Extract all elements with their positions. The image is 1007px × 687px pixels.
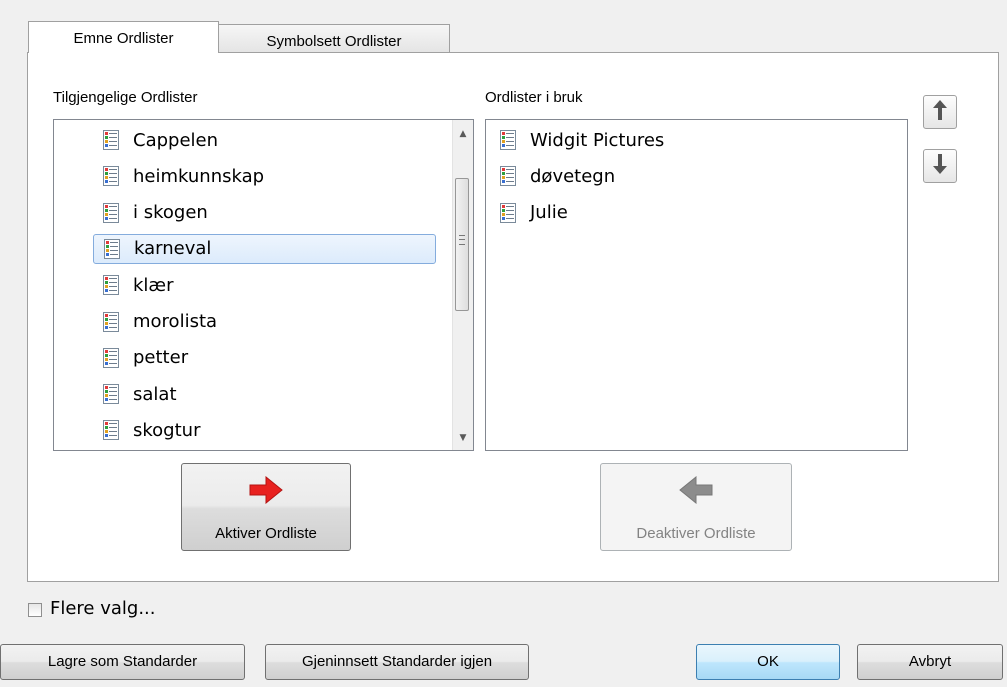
list-item-label: skogtur <box>133 419 201 441</box>
list-icon <box>103 347 119 368</box>
list-icon <box>103 311 119 332</box>
available-lists-listbox[interactable]: Cappelen heimkunnskap i skogen karneval klær… <box>53 119 474 451</box>
list-item-label: karneval <box>134 238 212 260</box>
list-item-label: i skogen <box>133 202 208 224</box>
list-item[interactable]: heimkunnskap <box>93 161 436 191</box>
scroll-up-icon[interactable]: ▲ <box>453 124 473 144</box>
list-item[interactable]: salat <box>93 379 436 409</box>
list-icon <box>103 275 119 296</box>
arrow-down-icon <box>932 154 948 178</box>
scroll-thumb[interactable] <box>455 178 469 311</box>
restore-default-button[interactable]: Gjeninnsett Standarder igjen <box>265 644 529 680</box>
list-item-label: salat <box>133 383 177 405</box>
list-item[interactable]: Widgit Pictures <box>492 125 792 155</box>
list-item[interactable]: i skogen <box>93 198 436 228</box>
arrow-up-icon <box>932 100 948 124</box>
list-icon <box>500 130 516 150</box>
tab-panel: Tilgjengelige Ordlister Ordlister i bruk… <box>27 52 999 582</box>
ok-button[interactable]: OK <box>696 644 840 680</box>
tab-symbolsett-ordlister[interactable]: Symbolsett Ordlister <box>218 24 450 53</box>
move-up-button[interactable] <box>923 95 957 129</box>
save-as-default-button[interactable]: Lagre som Standarder <box>0 644 245 680</box>
list-icon <box>500 202 516 223</box>
list-item[interactable]: karneval <box>93 233 436 264</box>
list-icon <box>500 166 516 187</box>
list-item-label: klær <box>133 274 174 296</box>
deactivate-list-button[interactable]: Deaktiver Ordliste <box>600 463 792 551</box>
list-item[interactable]: petter <box>93 343 436 373</box>
list-item[interactable]: Julie <box>492 198 792 228</box>
in-use-lists-label: Ordlister i bruk <box>485 89 583 106</box>
available-lists-scrollbar[interactable]: ▲ ▼ <box>452 120 473 450</box>
list-icon <box>103 384 119 405</box>
list-icon <box>103 166 119 187</box>
tab-emne-ordlister[interactable]: Emne Ordlister <box>28 21 219 53</box>
activate-list-label: Aktiver Ordliste <box>215 525 317 542</box>
list-item-label: Widgit Pictures <box>530 129 665 151</box>
red-arrow-right-icon <box>248 475 284 508</box>
list-item-label: Julie <box>530 202 568 224</box>
list-item-label: døvetegn <box>530 165 616 187</box>
cancel-button[interactable]: Avbryt <box>857 644 1003 680</box>
move-down-button[interactable] <box>923 149 957 183</box>
list-item-label: morolista <box>133 311 218 332</box>
in-use-lists-listbox[interactable]: Widgit Pictures døvetegn Julie <box>485 119 908 451</box>
activate-list-button[interactable]: Aktiver Ordliste <box>181 463 351 551</box>
gray-arrow-left-icon <box>678 475 714 508</box>
list-icon <box>103 130 119 150</box>
list-item[interactable]: klær <box>93 270 436 300</box>
deactivate-list-label: Deaktiver Ordliste <box>636 525 756 542</box>
list-item-label: petter <box>133 347 189 369</box>
list-item[interactable]: morolista <box>93 307 436 337</box>
list-item[interactable]: skogtur <box>93 415 436 445</box>
list-icon <box>104 238 120 259</box>
scroll-down-icon[interactable]: ▼ <box>453 428 473 448</box>
list-item[interactable]: Cappelen <box>93 125 436 155</box>
list-item-label: Cappelen <box>133 129 219 151</box>
more-options-label[interactable]: Flere valg... <box>50 598 156 619</box>
grip-icon <box>459 235 465 245</box>
list-item[interactable]: døvetegn <box>492 161 792 191</box>
available-lists-label: Tilgjengelige Ordlister <box>53 89 198 106</box>
list-item-label: heimkunnskap <box>133 165 265 187</box>
list-icon <box>103 420 119 441</box>
list-icon <box>103 202 119 223</box>
more-options-checkbox[interactable] <box>28 603 42 617</box>
